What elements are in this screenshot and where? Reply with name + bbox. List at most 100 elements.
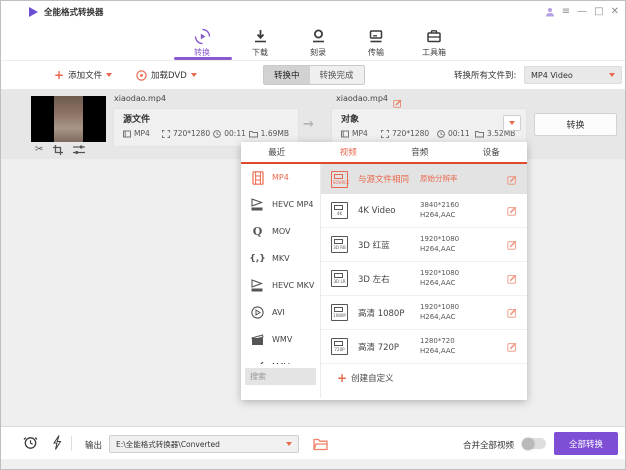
source-card-title: 源文件	[123, 115, 151, 125]
maximize-icon[interactable]: □	[594, 7, 603, 17]
preset-tab-audio[interactable]: 音频	[384, 142, 456, 162]
nav-tab-toolbox[interactable]: 工具箱	[405, 25, 463, 58]
format-item-avi[interactable]: AVI	[241, 299, 320, 326]
hevc-play-icon	[250, 197, 265, 212]
edit-preset-icon[interactable]	[507, 269, 517, 288]
preset-badge-icon: 3D RB	[331, 236, 348, 253]
m4v-icon	[250, 359, 265, 364]
nav-tab-download[interactable]: 下载	[231, 25, 289, 58]
film-icon	[250, 170, 265, 185]
preset-dropdown-button[interactable]	[503, 115, 521, 131]
status-tabs: 转换中 转换完成	[263, 65, 365, 85]
format-item-hevc-mkv[interactable]: HEVC MKV	[241, 272, 320, 299]
convert-all-to-dropdown[interactable]: MP4 Video	[524, 66, 622, 84]
format-item-mp4[interactable]: MP4	[241, 164, 320, 191]
merge-videos-label: 合并全部视频	[463, 441, 515, 451]
arrow-right-icon: →	[303, 117, 314, 132]
preset-item--1080p[interactable]: 1080P 高清 1080P 1920*1080 H264,AAC	[321, 296, 527, 330]
app-title: 全能格式转换器	[44, 8, 104, 18]
resolution-info: 720*1280	[161, 129, 213, 138]
toolbar: + 添加文件 加载DVD 转换中 转换完成 转换所有文件到: MP4 Video	[1, 61, 625, 89]
tab-converting[interactable]: 转换中	[264, 66, 310, 84]
burn-icon	[311, 28, 326, 45]
hevc-play-icon	[250, 278, 265, 293]
format-column: MP4HEVC MP4QMOV{,}MKVHEVC MKVAVIWMVM4V 搜…	[241, 164, 321, 398]
preset-badge-icon: 720P	[331, 338, 348, 355]
clock-icon	[213, 129, 222, 138]
minimize-icon[interactable]: —	[577, 7, 587, 17]
app-window: 全能格式转换器 ≡ — □ ✕ 转换 下载 刻录 传输 工具箱 + 添加文件 加…	[0, 0, 626, 470]
format-item-wmv[interactable]: WMV	[241, 326, 320, 353]
edit-preset-icon[interactable]	[507, 303, 517, 322]
source-file-name: xiaodao.mp4	[114, 94, 166, 103]
clock-icon	[437, 129, 445, 138]
crop-icon[interactable]	[53, 145, 64, 158]
title-bar: 全能格式转换器 ≡ — □ ✕	[1, 1, 625, 23]
search-input[interactable]: 搜索	[245, 368, 316, 385]
nav-tab-transfer[interactable]: 传输	[347, 25, 405, 58]
account-icon[interactable]	[545, 7, 555, 17]
chevron-down-icon	[509, 121, 515, 125]
frame-icon	[161, 129, 170, 138]
preset-item-3d-[interactable]: 3D LR 3D 左右 1920*1080 H264,AAC	[321, 262, 527, 296]
edit-preset-icon[interactable]	[507, 337, 517, 356]
format-item-mkv[interactable]: {,} MKV	[241, 245, 320, 272]
convert-all-to-label: 转换所有文件到:	[454, 71, 517, 81]
output-path-dropdown[interactable]: E:\全能格式转换器\Converted	[109, 435, 299, 453]
folder-icon	[475, 130, 484, 137]
preset-item-3d-[interactable]: 3D RB 3D 红蓝 1920*1080 H264,AAC	[321, 228, 527, 262]
convert-button[interactable]: 转换	[534, 113, 617, 136]
download-icon	[253, 28, 268, 45]
edit-preset-icon[interactable]	[507, 201, 517, 220]
nav-tab-convert[interactable]: 转换	[173, 25, 231, 58]
film-icon	[123, 130, 131, 137]
open-folder-icon[interactable]	[313, 436, 328, 455]
format-info: MP4	[123, 129, 162, 138]
preset-column: SOURCE 与源文件相同 原始分辨率 4K 4K Video 3840*2160 H264…	[321, 164, 527, 398]
resolution-info: 720*1280	[381, 129, 437, 138]
quicktime-icon: Q	[252, 225, 263, 238]
chevron-down-icon	[190, 73, 197, 77]
edit-preset-icon[interactable]	[507, 170, 517, 189]
play-circle-icon	[250, 305, 265, 320]
app-logo-icon	[29, 7, 38, 17]
edit-preset-icon[interactable]	[507, 235, 517, 254]
load-dvd-button[interactable]: 加载DVD	[136, 61, 197, 89]
schedule-clock-icon[interactable]	[23, 435, 38, 454]
mkv-icon: {,}	[249, 253, 266, 264]
preset-tab-recent[interactable]: 最近	[241, 142, 313, 162]
toggle-knob	[522, 437, 534, 450]
film-icon	[341, 130, 349, 137]
preset-item-4k-video[interactable]: 4K 4K Video 3840*2160 H264,AAC	[321, 194, 527, 228]
nav-tab-burn[interactable]: 刻录	[289, 25, 347, 58]
toolbox-icon	[426, 28, 442, 45]
effects-slider-icon[interactable]	[73, 145, 86, 158]
merge-videos-toggle[interactable]	[522, 437, 546, 450]
format-info: MP4	[341, 129, 381, 138]
close-icon[interactable]: ✕	[611, 7, 619, 17]
preset-tab-video[interactable]: 视频	[313, 142, 385, 162]
preset-tab-device[interactable]: 设备	[456, 142, 528, 162]
preset-item--720p[interactable]: 720P 高清 720P 1280*720 H264,AAC	[321, 330, 527, 364]
add-file-button[interactable]: + 添加文件	[54, 61, 113, 89]
format-item-m4v[interactable]: M4V	[241, 353, 320, 364]
create-custom-button[interactable]: + 创建自定义	[321, 364, 527, 384]
format-item-hevc-mp4[interactable]: HEVC MP4	[241, 191, 320, 218]
output-label: 输出	[85, 441, 103, 451]
target-file-name: xiaodao.mp4	[336, 94, 388, 103]
preset-tabs: 最近 视频 音频 设备	[241, 142, 527, 164]
menu-icon[interactable]: ≡	[562, 7, 570, 17]
active-tab-underline	[174, 57, 232, 60]
tab-converted[interactable]: 转换完成	[309, 66, 364, 84]
clapperboard-icon	[250, 332, 265, 347]
trim-icon[interactable]: ✂	[35, 145, 43, 158]
plus-icon: +	[337, 371, 348, 385]
preset-item--[interactable]: SOURCE 与源文件相同 原始分辨率	[321, 164, 527, 194]
main-nav: 转换 下载 刻录 传输 工具箱	[1, 23, 625, 61]
chevron-down-icon	[609, 73, 615, 77]
video-thumbnail[interactable]	[31, 96, 106, 142]
format-item-mov[interactable]: Q MOV	[241, 218, 320, 245]
transfer-icon	[368, 28, 384, 45]
high-speed-icon[interactable]	[52, 435, 62, 454]
convert-all-button[interactable]: 全部转换	[554, 432, 618, 455]
